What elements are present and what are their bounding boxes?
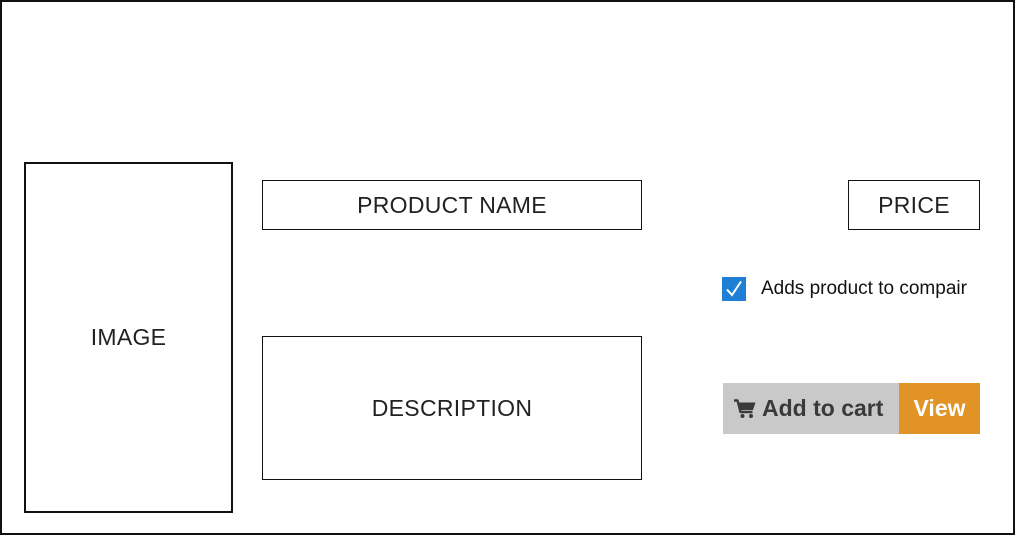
- product-description: DESCRIPTION: [262, 336, 642, 480]
- view-label: View: [913, 395, 966, 421]
- product-price: PRICE: [848, 180, 980, 230]
- compare-checkbox[interactable]: [722, 277, 746, 301]
- image-placeholder-label: IMAGE: [90, 324, 167, 350]
- cart-button-group: Add to cart View: [723, 383, 980, 434]
- compare-label: Adds product to compair: [761, 278, 967, 299]
- product-name: PRODUCT NAME: [262, 180, 642, 230]
- add-to-cart-button[interactable]: Add to cart: [723, 383, 899, 434]
- checkmark-icon: [726, 280, 742, 297]
- add-to-cart-label: Add to cart: [762, 395, 884, 421]
- view-button[interactable]: View: [899, 383, 980, 434]
- product-price-label: PRICE: [878, 191, 950, 218]
- compare-option[interactable]: Adds product to compair: [722, 277, 967, 301]
- product-description-label: DESCRIPTION: [371, 394, 533, 421]
- product-image: IMAGE: [24, 162, 233, 513]
- product-name-label: PRODUCT NAME: [357, 191, 547, 218]
- cart-icon: [734, 398, 756, 418]
